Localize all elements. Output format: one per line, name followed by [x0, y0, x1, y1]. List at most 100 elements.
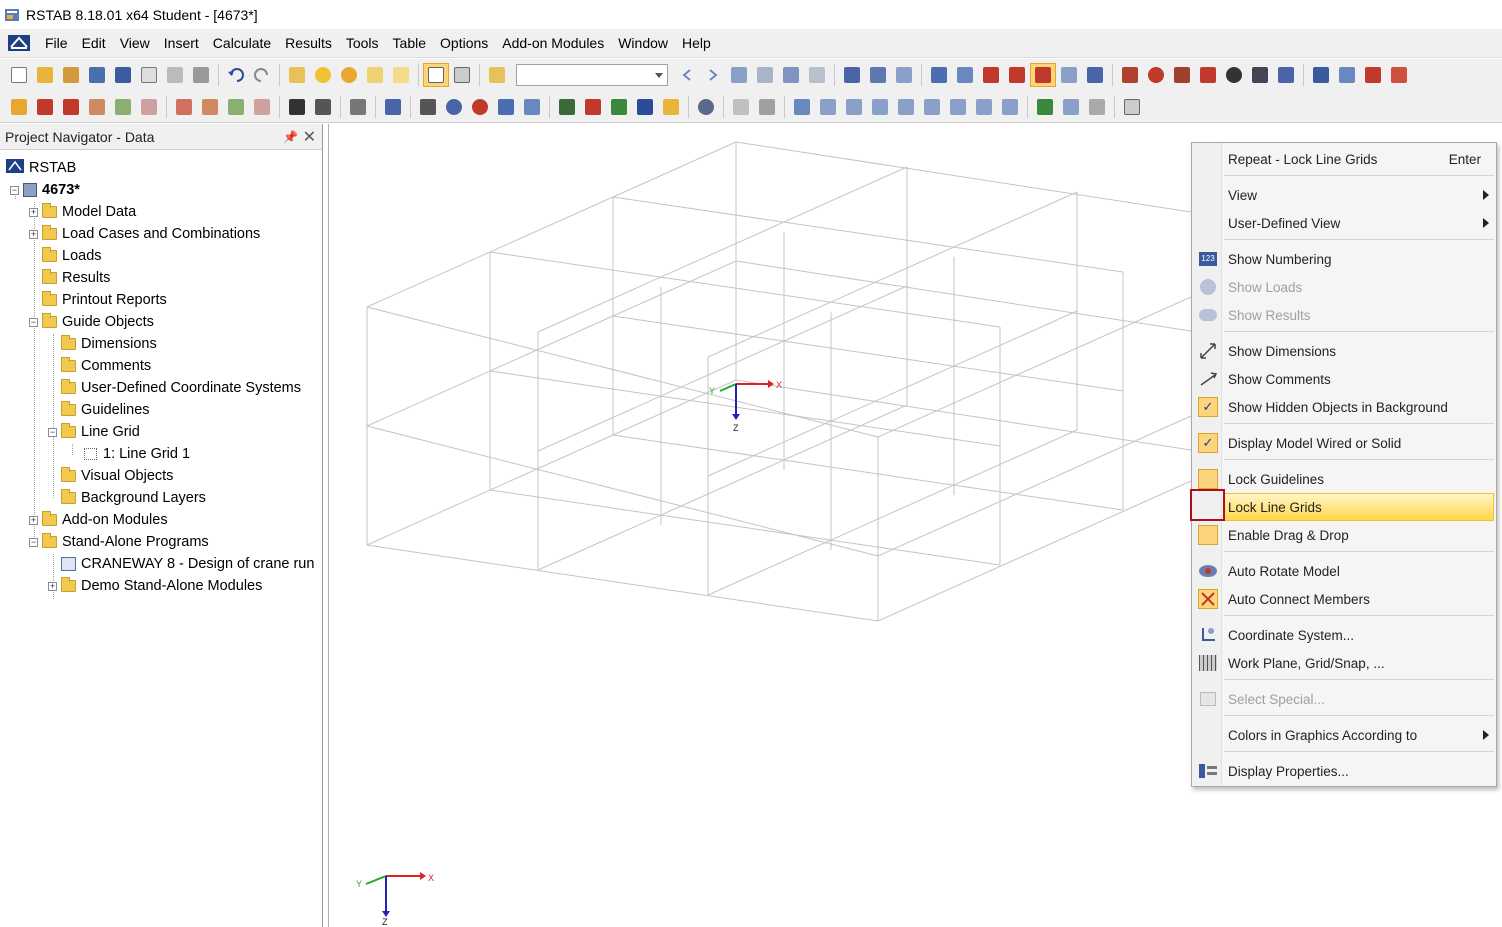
lock-icon[interactable]	[1030, 63, 1056, 87]
collapse-icon[interactable]: −	[29, 538, 38, 547]
collapse-icon[interactable]: −	[10, 186, 19, 195]
zoom-all-icon[interactable]	[415, 95, 441, 119]
new-support-icon[interactable]	[58, 95, 84, 119]
navigator-toggle-icon[interactable]	[423, 63, 449, 87]
menu-display-properties[interactable]: Display Properties...	[1193, 757, 1495, 785]
redo-icon[interactable]	[249, 63, 275, 87]
expand-icon[interactable]: +	[29, 208, 38, 217]
menu-view[interactable]: View	[113, 29, 157, 58]
structure-icon[interactable]	[197, 95, 223, 119]
rendering-icon[interactable]	[754, 95, 780, 119]
result-mz-icon[interactable]	[945, 95, 971, 119]
next-arrow-icon[interactable]	[700, 63, 726, 87]
section-icon[interactable]	[345, 95, 371, 119]
diagram-results-icon[interactable]	[1058, 95, 1084, 119]
move-icon[interactable]	[978, 63, 1004, 87]
menu-view[interactable]: View	[1193, 181, 1495, 209]
mirror-model-icon[interactable]	[1169, 63, 1195, 87]
menu-insert[interactable]: Insert	[157, 29, 206, 58]
tree-item-model-4673[interactable]: − 4673*	[10, 179, 80, 201]
close-icon[interactable]: ✕	[303, 127, 316, 147]
divide-icon[interactable]	[1117, 63, 1143, 87]
expand-icon[interactable]: +	[29, 230, 38, 239]
menu-table[interactable]: Table	[386, 29, 433, 58]
print-preview-icon[interactable]	[188, 63, 214, 87]
result-n-alt-icon[interactable]	[815, 95, 841, 119]
previous-arrow-icon[interactable]	[674, 63, 700, 87]
mirror-icon[interactable]	[1056, 63, 1082, 87]
member-view-icon[interactable]	[728, 95, 754, 119]
result-values-icon[interactable]	[804, 63, 830, 87]
menu-show-hidden-objects[interactable]: ✓ Show Hidden Objects in Background	[1193, 393, 1495, 421]
import-icon[interactable]	[1334, 63, 1360, 87]
menu-enable-drag-drop[interactable]: Enable Drag & Drop	[1193, 521, 1495, 549]
view-y-icon[interactable]	[580, 95, 606, 119]
view-x-icon[interactable]	[554, 95, 580, 119]
zoom-icon[interactable]	[310, 63, 336, 87]
select-icon[interactable]	[362, 63, 388, 87]
expand-icon[interactable]: +	[29, 516, 38, 525]
tree-item-demo-modules[interactable]: + Demo Stand-Alone Modules	[48, 575, 262, 597]
member-elastic-icon[interactable]	[136, 95, 162, 119]
result-mt-icon[interactable]	[893, 95, 919, 119]
menu-options[interactable]: Options	[433, 29, 495, 58]
grid-icon[interactable]	[926, 63, 952, 87]
perspective-icon[interactable]	[658, 95, 684, 119]
menu-auto-rotate-model[interactable]: Auto Rotate Model	[1193, 557, 1495, 585]
member-results-icon[interactable]	[891, 63, 917, 87]
camera-icon[interactable]	[1221, 63, 1247, 87]
rstab-logo-icon[interactable]	[8, 34, 30, 52]
result-vy-icon[interactable]	[841, 95, 867, 119]
tree-item-line-grid[interactable]: − Line Grid	[48, 421, 140, 443]
isometric-view-icon[interactable]	[493, 95, 519, 119]
report-icon[interactable]	[1119, 95, 1145, 119]
print-icon[interactable]	[162, 63, 188, 87]
zoom-window-icon[interactable]	[380, 95, 406, 119]
menu-auto-connect-members[interactable]: Auto Connect Members	[1193, 585, 1495, 613]
tree-item-guidelines[interactable]: Guidelines	[61, 399, 150, 421]
collapse-icon[interactable]: −	[48, 428, 57, 437]
zoom-in-icon[interactable]	[441, 95, 467, 119]
menu-colors-in-graphics[interactable]: Colors in Graphics According to	[1193, 721, 1495, 749]
pin-icon[interactable]: 📌	[283, 130, 298, 144]
zoom-out-icon[interactable]	[467, 95, 493, 119]
menu-display-wired-solid[interactable]: ✓ Display Model Wired or Solid	[1193, 429, 1495, 457]
menu-show-loads[interactable]: Show Loads	[1193, 273, 1495, 301]
load-case-dropdown[interactable]	[516, 64, 668, 86]
menu-window[interactable]: Window	[611, 29, 675, 58]
brush-icon[interactable]	[1386, 63, 1412, 87]
member-hinge-icon[interactable]	[84, 95, 110, 119]
measure-icon[interactable]	[310, 95, 336, 119]
result-vz-icon[interactable]	[867, 95, 893, 119]
menu-coordinate-system[interactable]: Coordinate System...	[1193, 621, 1495, 649]
tree-item-background-layers[interactable]: Background Layers	[61, 487, 206, 509]
new-node-icon[interactable]	[6, 95, 32, 119]
open-folder-icon[interactable]	[32, 63, 58, 87]
snap-icon[interactable]	[952, 63, 978, 87]
load-node-icon[interactable]	[223, 95, 249, 119]
edit-icon[interactable]	[284, 63, 310, 87]
tree-item-rstab[interactable]: RSTAB	[6, 157, 76, 179]
view-3d-icon[interactable]	[519, 95, 545, 119]
result-py-icon[interactable]	[971, 95, 997, 119]
save-icon[interactable]	[110, 63, 136, 87]
member-support-icon[interactable]	[110, 95, 136, 119]
result-pz-icon[interactable]	[997, 95, 1023, 119]
collapse-icon[interactable]: −	[29, 318, 38, 327]
delete-icon[interactable]	[1195, 63, 1221, 87]
network-icon[interactable]	[1273, 63, 1299, 87]
tree-item-add-on-modules[interactable]: + Add-on Modules	[29, 509, 168, 531]
intersect-icon[interactable]	[1143, 63, 1169, 87]
tree-item-visual-objects[interactable]: Visual Objects	[61, 465, 173, 487]
result-n-icon[interactable]	[789, 95, 815, 119]
menu-file[interactable]: File	[38, 29, 75, 58]
menu-show-results[interactable]: Show Results	[1193, 301, 1495, 329]
load-values-icon[interactable]	[752, 63, 778, 87]
expand-icon[interactable]: +	[48, 582, 57, 591]
menu-show-numbering[interactable]: 123 Show Numbering	[1193, 245, 1495, 273]
pdf-icon[interactable]	[1360, 63, 1386, 87]
menu-lock-guidelines[interactable]: Lock Guidelines	[1193, 465, 1495, 493]
menu-repeat-lock-line-grids[interactable]: Repeat - Lock Line Grids Enter	[1193, 145, 1495, 173]
export-icon[interactable]	[1308, 63, 1334, 87]
open-model-icon[interactable]	[58, 63, 84, 87]
